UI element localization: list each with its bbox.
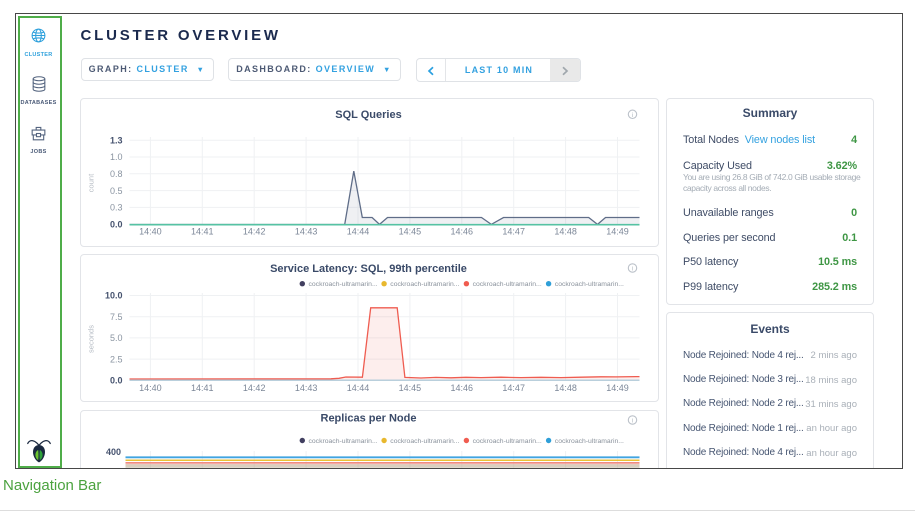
svg-text:1.0: 1.0 [110, 152, 123, 162]
svg-text:cockroach-ultramarin...: cockroach-ultramarin... [390, 438, 459, 445]
svg-text:14:45: 14:45 [399, 226, 422, 236]
svg-text:0.0: 0.0 [110, 219, 123, 229]
svg-text:cockroach-ultramarin...: cockroach-ultramarin... [473, 281, 542, 288]
svg-text:i: i [632, 417, 633, 424]
svg-text:14:42: 14:42 [243, 383, 266, 393]
svg-text:14:49: 14:49 [606, 226, 629, 236]
svg-text:i: i [632, 265, 633, 272]
svg-text:14:43: 14:43 [295, 383, 318, 393]
svg-text:14:44: 14:44 [347, 383, 370, 393]
svg-text:i: i [632, 112, 633, 119]
svg-text:14:41: 14:41 [191, 226, 214, 236]
svg-text:14:45: 14:45 [399, 383, 422, 393]
svg-text:14:47: 14:47 [502, 226, 525, 236]
svg-text:14:44: 14:44 [347, 226, 370, 236]
svg-text:14:46: 14:46 [451, 383, 474, 393]
svg-text:5.0: 5.0 [110, 333, 123, 343]
svg-text:400: 400 [106, 447, 121, 457]
svg-text:Replicas per Node: Replicas per Node [321, 412, 417, 424]
svg-text:14:40: 14:40 [139, 383, 162, 393]
svg-text:10.0: 10.0 [105, 290, 123, 300]
svg-text:14:41: 14:41 [191, 383, 214, 393]
svg-text:cockroach-ultramarin...: cockroach-ultramarin... [473, 438, 542, 445]
svg-text:SQL Queries: SQL Queries [335, 109, 401, 121]
svg-text:count: count [87, 173, 96, 192]
svg-text:14:47: 14:47 [502, 383, 525, 393]
svg-text:1.3: 1.3 [110, 135, 123, 145]
svg-text:14:43: 14:43 [295, 226, 318, 236]
svg-text:cockroach-ultramarin...: cockroach-ultramarin... [309, 281, 378, 288]
svg-text:14:48: 14:48 [554, 383, 577, 393]
svg-text:seconds: seconds [87, 325, 96, 353]
svg-text:Service Latency: SQL, 99th per: Service Latency: SQL, 99th percentile [270, 263, 467, 275]
svg-text:14:48: 14:48 [554, 226, 577, 236]
svg-text:0.3: 0.3 [110, 202, 123, 212]
svg-text:cockroach-ultramarin...: cockroach-ultramarin... [390, 281, 459, 288]
svg-text:0.0: 0.0 [110, 375, 123, 385]
svg-text:2.5: 2.5 [110, 354, 123, 364]
svg-text:cockroach-ultramarin...: cockroach-ultramarin... [309, 438, 378, 445]
svg-text:0.5: 0.5 [110, 186, 123, 196]
svg-text:0.8: 0.8 [110, 169, 123, 179]
svg-text:14:49: 14:49 [606, 383, 629, 393]
svg-text:cockroach-ultramarin...: cockroach-ultramarin... [555, 281, 624, 288]
svg-text:14:46: 14:46 [451, 226, 474, 236]
svg-text:14:42: 14:42 [243, 226, 266, 236]
svg-text:7.5: 7.5 [110, 312, 123, 322]
svg-text:14:40: 14:40 [139, 226, 162, 236]
svg-text:cockroach-ultramarin...: cockroach-ultramarin... [555, 438, 624, 445]
